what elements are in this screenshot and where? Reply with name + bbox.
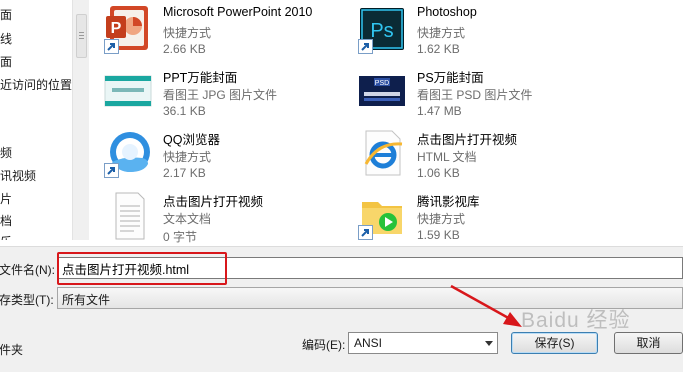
file-name: Microsoft PowerPoint 2010	[163, 5, 313, 19]
encoding-select[interactable]: ANSI	[348, 332, 498, 354]
scrollbar-thumb[interactable]	[76, 14, 87, 58]
file-type: 快捷方式	[163, 150, 212, 164]
qq-browser-icon	[104, 128, 152, 178]
filetype-value: 所有文件	[62, 293, 111, 307]
svg-text:P: P	[111, 20, 122, 37]
file-item[interactable]: 点击图片打开视频 HTML 文档 1.06 KB	[343, 124, 593, 182]
filetype-label: 存类型(T):	[0, 293, 54, 307]
file-name: 腾讯影视库	[417, 195, 480, 209]
file-name: Photoshop	[417, 5, 477, 19]
file-name: PPT万能封面	[163, 71, 238, 85]
svg-text:Ps: Ps	[370, 20, 393, 42]
tencent-video-icon	[358, 190, 406, 240]
file-type: 看图王 PSD 图片文件	[417, 88, 533, 102]
file-type: 看图王 JPG 图片文件	[163, 88, 278, 102]
filename-highlight-box	[57, 252, 227, 285]
file-size: 1.62 KB	[417, 42, 460, 56]
file-size: 1.47 MB	[417, 104, 462, 118]
cancel-button[interactable]: 取消	[614, 332, 683, 354]
file-size: 2.66 KB	[163, 42, 206, 56]
file-size: 0 字节	[163, 230, 198, 244]
navigation-pane: 面 线 面 近访问的位置 频 讯视频 片 档 乐	[0, 0, 72, 240]
psd-thumbnail-icon: PSD	[358, 66, 406, 116]
nav-item[interactable]: 讯视频	[0, 167, 36, 185]
file-item[interactable]: 点击图片打开视频 文本文档 0 字节	[89, 186, 339, 244]
nav-item[interactable]: 频	[0, 144, 12, 162]
file-type: HTML 文档	[417, 150, 477, 164]
file-list: P Microsoft PowerPoint 2010 快捷方式 2.66 KB…	[89, 0, 683, 246]
psd-thumb-label: PSD	[375, 80, 389, 87]
file-name: PS万能封面	[417, 71, 484, 85]
nav-item-recent-places[interactable]: 近访问的位置	[0, 76, 72, 94]
shortcut-arrow-icon	[104, 39, 119, 54]
file-size: 36.1 KB	[163, 104, 206, 118]
hide-folders-toggle[interactable]: 件夹	[0, 341, 23, 358]
file-name: QQ浏览器	[163, 133, 220, 147]
powerpoint-icon: P	[104, 4, 152, 54]
filename-label: 文件名(N):	[0, 263, 55, 277]
shortcut-arrow-icon	[104, 163, 119, 178]
nav-item[interactable]: 档	[0, 212, 12, 230]
ie-html-icon	[358, 128, 406, 178]
encoding-value: ANSI	[354, 336, 383, 350]
file-size: 1.59 KB	[417, 228, 460, 242]
nav-item[interactable]: 面	[0, 6, 12, 24]
file-type: 文本文档	[163, 212, 212, 226]
file-type: 快捷方式	[417, 26, 466, 40]
watermark: Baidu 经验	[521, 309, 631, 332]
text-document-icon	[104, 190, 152, 240]
file-item[interactable]: PSD PS万能封面 看图王 PSD 图片文件 1.47 MB	[343, 62, 593, 120]
shortcut-arrow-icon	[358, 225, 373, 240]
file-item[interactable]: P Microsoft PowerPoint 2010 快捷方式 2.66 KB	[89, 0, 339, 58]
file-item[interactable]: QQ浏览器 快捷方式 2.17 KB	[89, 124, 339, 182]
nav-scrollbar[interactable]	[72, 0, 90, 240]
file-size: 1.06 KB	[417, 166, 460, 180]
file-size: 2.17 KB	[163, 166, 206, 180]
file-type: 快捷方式	[163, 26, 212, 40]
file-name: 点击图片打开视频	[417, 133, 518, 147]
nav-item[interactable]: 面	[0, 53, 12, 71]
photoshop-icon: Ps	[358, 4, 406, 54]
nav-item[interactable]: 片	[0, 190, 12, 208]
nav-item[interactable]: 线	[0, 30, 12, 48]
file-item[interactable]: PPT万能封面 看图王 JPG 图片文件 36.1 KB	[89, 62, 339, 120]
shortcut-arrow-icon	[358, 39, 373, 54]
file-type: 快捷方式	[417, 212, 466, 226]
save-button[interactable]: 保存(S)	[511, 332, 598, 354]
file-item[interactable]: Ps Photoshop 快捷方式 1.62 KB	[343, 0, 593, 58]
nav-item[interactable]: 乐	[0, 233, 12, 240]
jpg-thumbnail-icon	[104, 66, 152, 116]
file-name: 点击图片打开视频	[163, 195, 264, 209]
file-item[interactable]: 腾讯影视库 快捷方式 1.59 KB	[343, 186, 593, 244]
encoding-label: 编码(E):	[302, 338, 346, 352]
chevron-down-icon	[485, 341, 493, 346]
